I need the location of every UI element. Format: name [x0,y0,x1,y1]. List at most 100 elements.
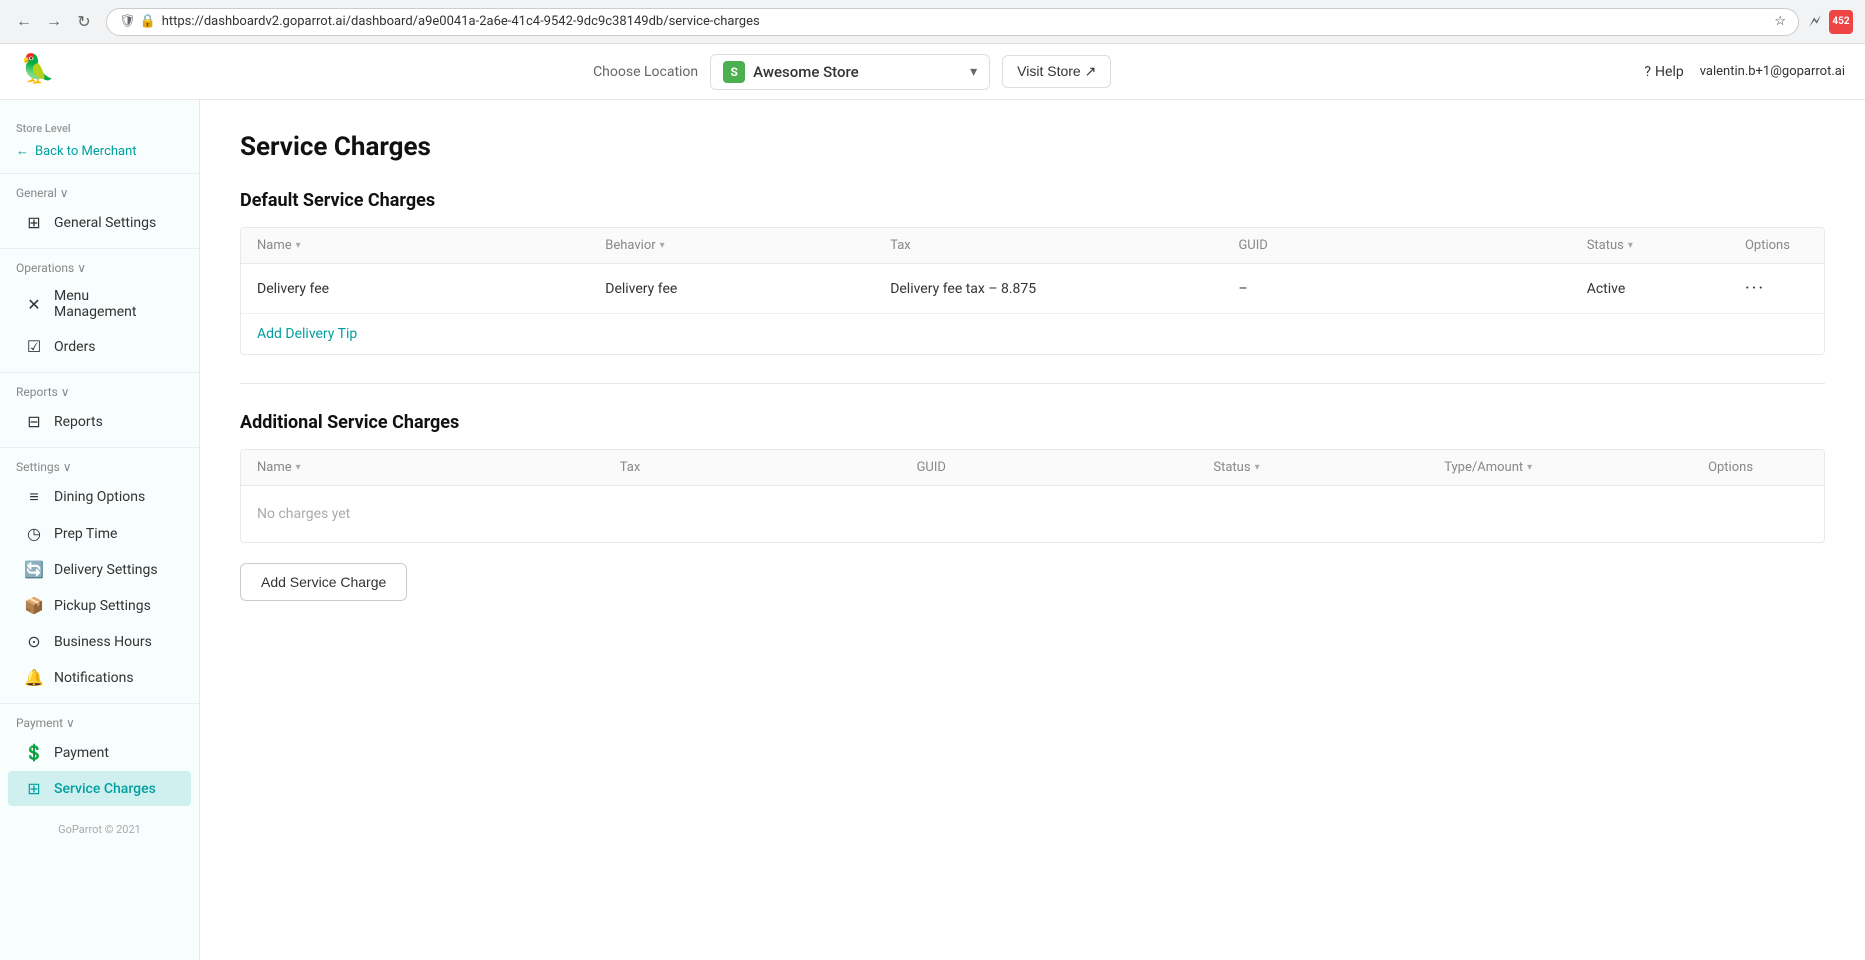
browser-bar: ← → ↻ 🛡 🔒 https://dashboardv2.goparrot.a… [0,0,1865,44]
sidebar-item-orders[interactable]: ☑ Orders [8,329,191,364]
row-tax: Delivery fee tax – 8.875 [874,264,1222,314]
sidebar-item-prep-time[interactable]: ◷ Prep Time [8,516,191,551]
name2-sort-icon: ▾ [296,462,301,473]
dining-options-label: Dining Options [54,489,145,505]
help-label: Help [1655,64,1684,80]
pocket-icon[interactable]: 🗲 [1809,11,1821,32]
sidebar-divider-3 [0,372,199,373]
sidebar-item-menu-management[interactable]: ✕ Menu Management [8,280,191,328]
th-behavior: Behavior ▾ [589,228,874,264]
default-table-body: Delivery fee Delivery fee Delivery fee t… [241,264,1824,314]
payment-group-label: Payment ∨ [16,716,75,730]
options-menu-button[interactable]: ··· [1745,278,1765,299]
settings-group-label: Settings ∨ [16,460,72,474]
store-level-label: Store Level [0,116,199,137]
sidebar-divider-1 [0,173,199,174]
sidebar-item-reports[interactable]: ⊟ Reports [8,404,191,439]
general-settings-label: General Settings [54,215,156,231]
menu-management-label: Menu Management [54,288,175,320]
reports-icon: ⊟ [24,412,44,431]
reports-group-header[interactable]: Reports ∨ [0,381,199,403]
sidebar-item-dining-options[interactable]: ≡ Dining Options [8,479,191,515]
delivery-settings-label: Delivery Settings [54,562,158,578]
sidebar-item-delivery-settings[interactable]: 🔄 Delivery Settings [8,552,191,587]
sidebar-divider-4 [0,447,199,448]
back-button[interactable]: ← [12,10,36,34]
service-charges-label: Service Charges [54,781,156,797]
th-guid: GUID [1222,228,1570,264]
typeamount-sort-icon: ▾ [1527,462,1532,473]
th2-name: Name ▾ [241,450,604,486]
refresh-button[interactable]: ↻ [72,10,96,34]
general-group-header[interactable]: General ∨ [0,182,199,204]
logo: 🦜 [20,52,60,92]
sidebar-item-service-charges[interactable]: ⊞ Service Charges [8,771,191,806]
location-selector[interactable]: S Awesome Store ▾ [710,54,990,90]
additional-table-body: No charges yet [241,486,1824,543]
additional-table-header: Name ▾ Tax GUID Status [241,450,1824,486]
payment-label: Payment [54,745,109,761]
back-to-merchant[interactable]: ← Back to Merchant [0,137,199,165]
sidebar-item-payment[interactable]: 💲 Payment [8,735,191,770]
add-delivery-tip-link[interactable]: Add Delivery Tip [241,313,1824,354]
visit-store-button[interactable]: Visit Store ↗ [1002,55,1111,88]
no-data-message: No charges yet [241,486,1824,543]
row-behavior: Delivery fee [589,264,874,314]
notifications-label: Notifications [54,670,134,686]
app-body: Store Level ← Back to Merchant General ∨… [0,100,1865,960]
extension-badge[interactable]: 452 [1829,10,1853,34]
user-email: valentin.b+1@goparrot.ai [1700,64,1845,79]
additional-service-charges-table-wrapper: Name ▾ Tax GUID Status [240,449,1825,543]
delivery-icon: 🔄 [24,560,44,579]
payment-group-header[interactable]: Payment ∨ [0,712,199,734]
sidebar-item-general-settings[interactable]: ⊞ General Settings [8,205,191,240]
prep-time-label: Prep Time [54,526,117,542]
additional-service-charges-table: Name ▾ Tax GUID Status [241,450,1824,542]
lock-icon: 🔒 [140,14,156,29]
th-options: Options [1729,228,1824,264]
reports-group-label: Reports ∨ [16,385,70,399]
forward-button[interactable]: → [42,10,66,34]
location-name: Awesome Store [753,63,962,81]
app-header: 🦜 Choose Location S Awesome Store ▾ Visi… [0,44,1865,100]
orders-icon: ☑ [24,337,44,356]
header-center: Choose Location S Awesome Store ▾ Visit … [76,54,1628,90]
back-to-merchant-label: Back to Merchant [35,144,137,159]
operations-group-header[interactable]: Operations ∨ [0,257,199,279]
url-text: https://dashboardv2.goparrot.ai/dashboar… [162,14,1769,29]
th-name: Name ▾ [241,228,589,264]
business-hours-label: Business Hours [54,634,152,650]
row-name: Delivery fee [241,264,589,314]
settings-group-header[interactable]: Settings ∨ [0,456,199,478]
sidebar-divider-5 [0,703,199,704]
th2-typeamount: Type/Amount ▾ [1428,450,1692,486]
chevron-down-icon: ▾ [970,64,977,80]
row-guid: – [1222,264,1570,314]
pickup-icon: 📦 [24,596,44,615]
browser-nav-buttons: ← → ↻ [12,10,96,34]
add-service-charge-button[interactable]: Add Service Charge [240,563,407,601]
grid-icon: ⊞ [24,213,44,232]
th2-status: Status ▾ [1197,450,1428,486]
sidebar-item-pickup-settings[interactable]: 📦 Pickup Settings [8,588,191,623]
menu-icon: ✕ [24,295,44,314]
sidebar-item-notifications[interactable]: 🔔 Notifications [8,660,191,695]
sidebar: Store Level ← Back to Merchant General ∨… [0,100,200,960]
bookmark-icon[interactable]: ☆ [1774,14,1786,29]
operations-group-label: Operations ∨ [16,261,86,275]
sidebar-item-business-hours[interactable]: ⊙ Business Hours [8,624,191,659]
url-bar[interactable]: 🛡 🔒 https://dashboardv2.goparrot.ai/dash… [106,8,1799,36]
general-group-label: General ∨ [16,186,69,200]
no-data-row: No charges yet [241,486,1824,543]
service-charges-icon: ⊞ [24,779,44,798]
orders-label: Orders [54,339,96,355]
status2-sort-icon: ▾ [1255,462,1260,473]
help-button[interactable]: ? Help [1644,64,1683,80]
url-security-icons: 🛡 🔒 [119,14,156,29]
name-sort-icon: ▾ [296,240,301,251]
help-circle-icon: ? [1644,64,1651,80]
additional-section-title: Additional Service Charges [240,412,1825,433]
dining-icon: ≡ [24,487,44,507]
reports-label: Reports [54,414,103,430]
choose-location-label: Choose Location [593,64,698,80]
